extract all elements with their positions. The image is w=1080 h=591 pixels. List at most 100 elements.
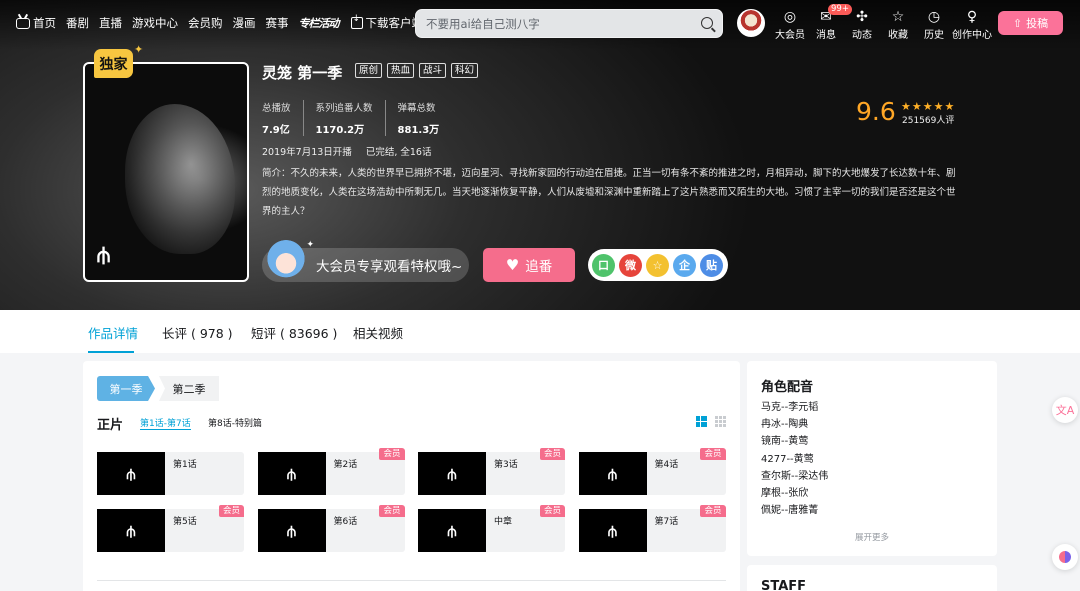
episode-label: 第2话 [333,460,358,470]
poster-image[interactable]: ⫛ [83,62,249,282]
genre-tag[interactable]: 热血 [387,63,415,78]
nav-right-label: 创作中心 [952,30,992,41]
vip-badge: 会员 [539,505,565,517]
stat-label: 总播放 [262,103,291,114]
episode-card[interactable]: ⫛ 第6话 会员 [257,505,405,552]
nav-right-icon: ♀ [966,9,978,25]
nav-right: ◎ 大会员 ✉ 消息 99+ ✣ 动态 ☆ 收藏 ◷ 历史 ♀ 创作中心 [772,4,992,41]
episode-thumbnail: ⫛ [578,509,647,552]
nav-right-item-1[interactable]: ✉ 消息 99+ [808,4,852,41]
range-tab-1[interactable]: 第1话-第7话 [140,416,191,430]
stat-label: 系列追番人数 [315,103,373,114]
episode-label: 中章 [494,517,513,527]
genre-tag[interactable]: 原创 [355,63,383,78]
description: 简介：不久的未来，人类的世界早已拥挤不堪，迈向星河、寻找新家园的行动迫在眉捷。正… [262,168,956,217]
nav-item-4[interactable]: 会员购 [188,15,223,31]
stat-value: 881.3万 [397,125,440,136]
heart-icon: ♥ [505,256,520,274]
nav-right-item-2[interactable]: ✣ 动态 [844,9,880,41]
stats: 总播放 7.9亿 系列追番人数 1170.2万 弹幕总数 881.3万 [262,100,451,136]
nav-item-1[interactable]: 番剧 [66,15,89,31]
share-weibo-icon[interactable]: 微 [619,253,642,277]
follow-button[interactable]: ♥ 追番 [483,248,575,282]
grid-view-icon[interactable] [715,416,726,427]
assistant-float-icon[interactable] [1052,544,1078,570]
nav-right-icon: ✣ [856,9,868,25]
download-icon [350,14,363,29]
air-date: 2019年7月13日开播 [262,147,352,158]
nav-item-label: 番剧 [66,16,89,30]
episode-card[interactable]: ⫛ 第5话 会员 [97,505,244,552]
episode-thumbnail: ⫛ [257,509,326,552]
genre-tag[interactable]: 科幻 [451,63,479,78]
season-tab-2[interactable]: 第二季 [159,376,219,401]
episode-label: 第1话 [173,460,197,470]
vip-badge: 会员 [700,505,726,517]
upload-label: 投稿 [1026,17,1049,30]
list-view-icon[interactable] [696,416,707,427]
vip-badge: 会员 [700,448,726,460]
nav-item-label: 直播 [99,16,122,30]
episode-thumbnail: ⫛ [578,452,647,495]
nav-right-icon: ◷ [927,9,941,25]
genre-tags: 原创 热血 战斗 科幻 [355,63,483,78]
cast-entry: 马克--李元韬 [761,402,819,413]
tab-short-reviews[interactable]: 短评 ( 83696 ) [251,323,337,342]
vip-text: 大会员专享观看特权哦~ [316,259,463,275]
episode-card[interactable]: ⫛ 第2话 会员 [257,448,405,495]
genre-tag[interactable]: 战斗 [419,63,447,78]
episode-card[interactable]: ⫛ 第1话 [97,452,244,495]
episode-card[interactable]: ⫛ 第7话 会员 [578,505,726,552]
tab-related-videos[interactable]: 相关视频 [353,323,403,342]
divider [97,580,726,581]
episode-card[interactable]: ⫛ 第4话 会员 [578,448,726,495]
tab-long-reviews[interactable]: 长评 ( 978 ) [162,323,233,342]
hero-banner: 首页番剧直播游戏中心会员购漫画赛事专栏活动下载客户端 ◎ 大会员✉消息99+✣ 动态… [0,0,1080,310]
search-box[interactable] [415,9,723,38]
share-phone-icon[interactable]: 口 [592,253,615,277]
share-tieba-icon[interactable]: 贴 [700,253,723,277]
episode-thumbnail: ⫛ [418,509,486,552]
nav-right-item-4[interactable]: ◷ 历史 [916,9,952,41]
episode-thumbnail: ⫛ [97,509,165,552]
range-tab-2[interactable]: 第8话-特别篇 [208,416,262,429]
nav-right-icon: ☆ [891,9,905,25]
episode-label: 第4话 [654,460,679,470]
episode-card[interactable]: ⫛ 中章 会员 [418,505,565,552]
search-input[interactable] [426,15,686,33]
tab-details[interactable]: 作品详情 [88,323,138,342]
nav-item-0[interactable]: 首页 [16,15,56,31]
nav-item-6[interactable]: 赛事 [266,15,289,31]
episode-thumbnail: ⫛ [97,452,165,495]
episode-thumbnail: ⫛ [257,452,326,495]
cast-entry: 镜南--黄莺 [761,436,809,448]
cast-list: 马克--李元韬 冉冰--陶典 镜南--黄莺 4277--黄莺 查尔斯--梁达伟 摩根--张… [761,399,828,519]
expand-more-link[interactable]: 展开更多 [747,531,997,543]
avatar[interactable] [737,9,765,37]
search-icon[interactable] [701,17,713,29]
staff-panel: STAFF [747,565,997,591]
nav-right-item-5[interactable]: ♀ 创作中心 [952,9,992,41]
nav-item-5[interactable]: 漫画 [233,15,256,31]
vip-badge: 会员 [539,448,565,460]
star-rating-icon: ★★★★★ [901,100,956,113]
nav-right-item-0[interactable]: ◎ 大会员 [772,9,808,41]
nav-right-label: 消息 [816,30,836,41]
season-tab-1[interactable]: 第一季 [97,376,155,401]
nav-right-label: 大会员 [775,30,805,41]
nav-item-3[interactable]: 游戏中心 [132,15,178,31]
episode-card[interactable]: ⫛ 第3话 会员 [418,448,565,495]
nav-right-label: 收藏 [888,30,908,41]
nav-item-label: 游戏中心 [132,16,178,30]
share-qq-icon[interactable]: 企 [673,253,696,277]
share-qzone-icon[interactable]: ☆ [646,253,669,277]
upload-button[interactable]: ⇧ 投稿 [998,11,1063,35]
stat-label: 弹幕总数 [397,103,436,114]
nav-item-label: 会员购 [188,16,223,30]
promo-logo[interactable]: 专栏活动 [299,15,340,31]
nav-item-2[interactable]: 直播 [99,15,122,31]
nav-right-item-3[interactable]: ☆ 收藏 [880,9,916,41]
nav-item-label: 首页 [33,16,56,30]
translate-float-icon[interactable]: 文A [1052,397,1078,423]
download-client-link[interactable]: 下载客户端 [350,14,423,31]
